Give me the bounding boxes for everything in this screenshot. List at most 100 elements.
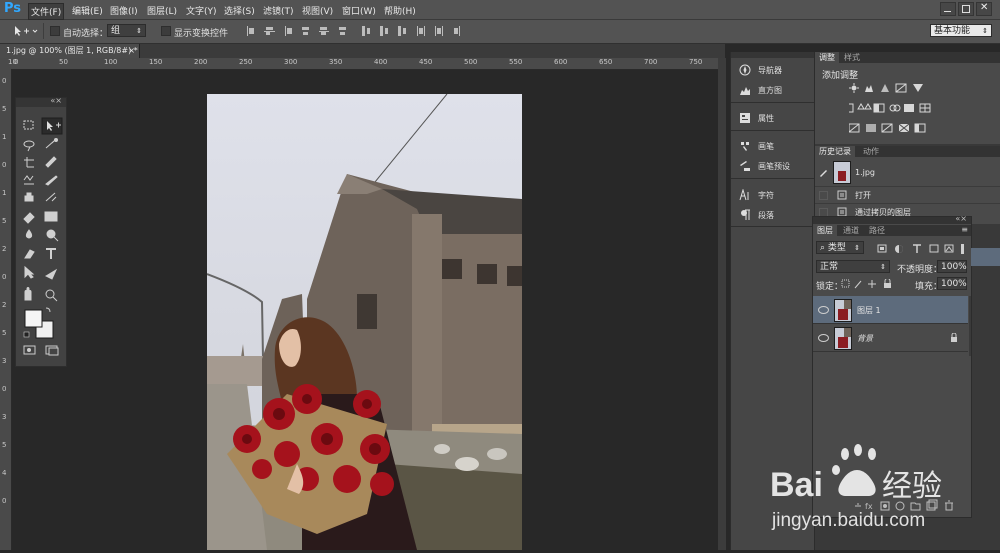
document-tab[interactable]: 1.jpg @ 100% (图层 1, RGB/8#) * × bbox=[0, 44, 140, 58]
ruler-tick-label: 150 bbox=[149, 58, 163, 66]
adjustment-icons[interactable] bbox=[849, 83, 969, 139]
options-bar: 自动选择： 组 ⇕ 显示变换控件 基本功能 ⇕ bbox=[0, 20, 1000, 44]
ruler-tick-label: 3 bbox=[2, 413, 7, 421]
layers-scrollbar[interactable] bbox=[969, 296, 971, 356]
ruler-tick-label: 350 bbox=[329, 58, 343, 66]
menu-image[interactable]: 图像(I) bbox=[108, 3, 140, 18]
document-tab-title: 1.jpg @ 100% (图层 1, RGB/8#) * bbox=[6, 46, 138, 55]
ruler-tick-label: 700 bbox=[644, 58, 658, 66]
histogram-icon bbox=[740, 87, 750, 95]
menu-file[interactable]: 文件(F) bbox=[28, 3, 65, 20]
history-panel: 历史记录 动作 1.jpg 打开 通过拷贝的图层 bbox=[815, 146, 1000, 224]
menu-layer[interactable]: 图层(L) bbox=[145, 3, 179, 18]
auto-select-checkbox[interactable] bbox=[50, 26, 60, 36]
workspace-dropdown[interactable]: 基本功能 ⇕ bbox=[930, 24, 992, 37]
fill-value: 100% bbox=[941, 279, 967, 289]
menu-type[interactable]: 文字(Y) bbox=[184, 3, 219, 18]
ruler-tick-label: 5 bbox=[2, 441, 7, 449]
visibility-eye-icon[interactable] bbox=[818, 306, 829, 314]
show-transform-checkbox[interactable] bbox=[161, 26, 171, 36]
tab-adjustments[interactable]: 调整 bbox=[815, 52, 839, 63]
auto-select-value: 组 bbox=[111, 26, 121, 36]
menu-edit[interactable]: 编辑(E) bbox=[70, 3, 105, 18]
tab-history[interactable]: 历史记录 bbox=[815, 146, 855, 157]
tab-layers[interactable]: 图层 bbox=[813, 225, 837, 236]
photoshop-logo: Ps bbox=[4, 1, 22, 16]
history-tabs: 历史记录 动作 bbox=[815, 146, 1000, 157]
tools-panel-header[interactable]: «× bbox=[16, 96, 66, 107]
dock-paragraph[interactable]: 段落 bbox=[731, 206, 814, 224]
close-tab-icon[interactable]: × bbox=[128, 44, 135, 58]
close-window-button[interactable]: ✕ bbox=[976, 2, 992, 16]
blend-mode-value: 正常 bbox=[820, 262, 839, 272]
opacity-input[interactable]: 100% bbox=[937, 260, 967, 273]
dock-navigator[interactable]: 导航器 bbox=[731, 61, 814, 79]
layer-name: 图层 1 bbox=[857, 306, 881, 315]
maximize-button[interactable] bbox=[958, 2, 974, 16]
svg-text:jingyan.baidu.com: jingyan.baidu.com bbox=[771, 510, 925, 531]
dock-brush[interactable]: 画笔 bbox=[731, 137, 814, 155]
dock-histogram-label: 直方图 bbox=[758, 86, 782, 95]
dock-properties[interactable]: 属性 bbox=[731, 109, 814, 127]
ruler-tick-label: 2 bbox=[2, 245, 7, 253]
lock-icon bbox=[951, 333, 957, 342]
collapse-icon[interactable]: «× bbox=[955, 214, 967, 223]
dock-brush-presets[interactable]: 画笔预设 bbox=[731, 157, 814, 175]
photo-woman-with-roses bbox=[207, 94, 522, 550]
minimize-button[interactable] bbox=[940, 2, 956, 16]
lock-icons[interactable] bbox=[841, 279, 901, 290]
ruler-tick-label: 200 bbox=[194, 58, 208, 66]
layer-row-background[interactable]: 背景 bbox=[813, 324, 968, 352]
ruler-tick-label: 1 bbox=[2, 133, 7, 141]
menu-window[interactable]: 窗口(W) bbox=[340, 3, 378, 18]
history-snapshot-row[interactable]: 1.jpg bbox=[815, 159, 1000, 185]
ruler-tick-label: 600 bbox=[554, 58, 568, 66]
visibility-eye-icon[interactable] bbox=[818, 334, 829, 342]
move-tool-preset-icon[interactable] bbox=[12, 24, 40, 38]
blend-mode-dropdown[interactable]: 正常 ⇕ bbox=[816, 260, 890, 273]
menu-filter[interactable]: 滤镜(T) bbox=[261, 3, 296, 18]
tab-channels[interactable]: 通道 bbox=[839, 225, 863, 236]
dropdown-arrow-icon: ⇕ bbox=[854, 244, 860, 252]
svg-text:经验: 经验 bbox=[882, 469, 942, 504]
history-item-open[interactable]: 打开 bbox=[815, 186, 1000, 203]
layers-panel-header[interactable]: «× bbox=[813, 214, 971, 224]
dock-separator bbox=[731, 226, 814, 227]
dock-histogram[interactable]: 直方图 bbox=[731, 81, 814, 99]
tab-paths[interactable]: 路径 bbox=[865, 225, 889, 236]
layer-row-layer1[interactable]: 图层 1 bbox=[813, 296, 968, 324]
dock-header[interactable] bbox=[731, 52, 814, 58]
layer-filter-dropdown[interactable]: ⌕ 类型 ⇕ bbox=[816, 241, 864, 254]
history-source-checkbox[interactable] bbox=[819, 191, 828, 200]
document-image[interactable] bbox=[207, 94, 522, 550]
menu-select[interactable]: 选择(S) bbox=[222, 3, 257, 18]
ruler-tick-label: 400 bbox=[374, 58, 388, 66]
dock-brush-presets-label: 画笔预设 bbox=[758, 162, 790, 171]
ruler-tick-label: 0 bbox=[2, 273, 7, 281]
ruler-tick-label: 750 bbox=[689, 58, 703, 66]
baidu-jingyan-watermark: Bai 经验 jingyan.baidu.com bbox=[770, 444, 1000, 550]
collapse-icon[interactable]: «× bbox=[50, 96, 62, 105]
menu-view[interactable]: 视图(V) bbox=[300, 3, 335, 18]
tab-actions[interactable]: 动作 bbox=[859, 146, 883, 157]
canvas-vertical-scrollbar[interactable] bbox=[718, 58, 726, 550]
layers-tabs: 图层 通道 路径 ≡ bbox=[813, 225, 971, 236]
dock-separator bbox=[731, 102, 814, 103]
ruler-tick-label: 250 bbox=[239, 58, 253, 66]
auto-select-dropdown[interactable]: 组 ⇕ bbox=[107, 24, 146, 37]
fill-input[interactable]: 100% bbox=[937, 277, 967, 290]
dock-character[interactable]: 字符 bbox=[731, 186, 814, 204]
panel-menu-icon[interactable]: ≡ bbox=[961, 225, 968, 234]
tab-styles[interactable]: 样式 bbox=[840, 52, 864, 63]
svg-text:Bai: Bai bbox=[770, 466, 823, 504]
layer-filter-icons[interactable] bbox=[877, 243, 967, 255]
menu-help[interactable]: 帮助(H) bbox=[382, 3, 418, 18]
ruler-tick-label: 1 bbox=[2, 189, 7, 197]
ruler-tick-label: 2 bbox=[2, 301, 7, 309]
document-tab-bar: 1.jpg @ 100% (图层 1, RGB/8#) * × bbox=[0, 44, 725, 58]
paragraph-icon bbox=[741, 209, 750, 220]
add-adjustment-title: 添加调整 bbox=[822, 71, 859, 81]
align-distribute-icons[interactable] bbox=[244, 24, 704, 38]
tool-icons[interactable] bbox=[16, 108, 66, 364]
ruler-tick-label: 0 bbox=[14, 58, 19, 66]
